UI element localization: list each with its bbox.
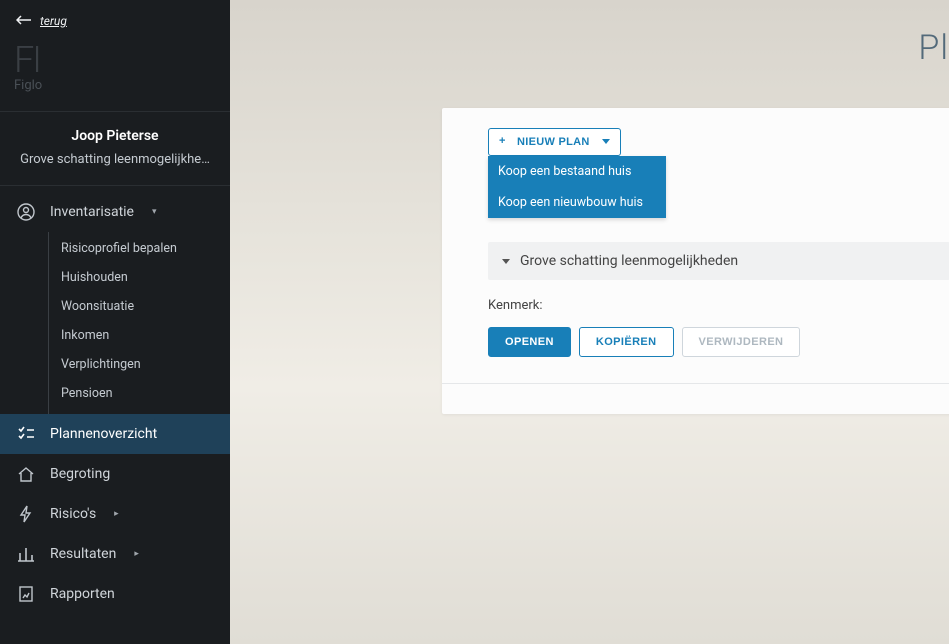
- inventarisatie-submenu: Risicoprofiel bepalen Huishouden Woonsit…: [48, 232, 230, 414]
- plan-actions: OPENEN KOPIËREN VERWIJDEREN: [488, 327, 949, 357]
- sidebar-item-label: Rapporten: [50, 586, 115, 602]
- new-plan-button[interactable]: + NIEUW PLAN: [488, 128, 621, 156]
- sidebar-subitem-pensioen[interactable]: Pensioen: [49, 379, 230, 408]
- client-project: Grove schatting leenmogelijkhe…: [14, 152, 216, 167]
- collapse-icon: [502, 259, 510, 264]
- new-plan-label: NIEUW PLAN: [517, 136, 590, 148]
- sidebar-item-begroting[interactable]: Begroting: [0, 454, 230, 494]
- sidebar-item-risicos[interactable]: Risico's ▸: [0, 494, 230, 534]
- sidebar-item-plannenoverzicht[interactable]: Plannenoverzicht: [0, 414, 230, 454]
- dropdown-item-nieuwbouw[interactable]: Koop een nieuwbouw huis: [488, 187, 666, 218]
- sidebar-item-label: Plannenoverzicht: [50, 426, 157, 442]
- dropdown-item-bestaand[interactable]: Koop een bestaand huis: [488, 156, 666, 187]
- plan-row[interactable]: Grove schatting leenmogelijkheden: [488, 242, 949, 280]
- sidebar-item-label: Risico's: [50, 506, 96, 522]
- panel-divider: [442, 383, 949, 384]
- bolt-icon: [16, 504, 36, 524]
- person-circle-icon: [16, 202, 36, 222]
- logo-mark: FI: [14, 42, 216, 78]
- back-label: terug: [40, 14, 67, 28]
- bar-chart-icon: [16, 544, 36, 564]
- sidebar-item-label: Inventarisatie: [50, 204, 134, 220]
- sidebar: terug FI Figlo Joop Pieterse Grove schat…: [0, 0, 230, 644]
- caret-down-icon: [602, 139, 610, 144]
- checklist-icon: [16, 424, 36, 444]
- sidebar-item-resultaten[interactable]: Resultaten ▸: [0, 534, 230, 574]
- sidebar-subitem-inkomen[interactable]: Inkomen: [49, 321, 230, 350]
- main-content: Pl + NIEUW PLAN Koop een bestaand huis K…: [230, 0, 949, 644]
- kenmerk-label: Kenmerk:: [488, 298, 949, 313]
- sidebar-item-rapporten[interactable]: Rapporten: [0, 574, 230, 614]
- main-nav: Inventarisatie ▾ Risicoprofiel bepalen H…: [0, 186, 230, 614]
- new-plan-wrapper: + NIEUW PLAN Koop een bestaand huis Koop…: [488, 128, 621, 156]
- logo-sub: Figlo: [14, 78, 216, 93]
- sidebar-item-label: Resultaten: [50, 546, 116, 562]
- arrow-left-icon: [16, 14, 32, 28]
- plan-details: Kenmerk: OPENEN KOPIËREN VERWIJDEREN: [488, 280, 949, 357]
- sidebar-item-label: Begroting: [50, 466, 110, 482]
- delete-button[interactable]: VERWIJDEREN: [682, 327, 801, 357]
- plans-panel: + NIEUW PLAN Koop een bestaand huis Koop…: [442, 108, 949, 414]
- page-title: Pl: [918, 28, 949, 68]
- sidebar-subitem-woonsituatie[interactable]: Woonsituatie: [49, 292, 230, 321]
- chevron-down-icon: ▾: [152, 207, 157, 217]
- client-name: Joop Pieterse: [14, 128, 216, 144]
- plan-title: Grove schatting leenmogelijkheden: [520, 253, 738, 269]
- sidebar-item-inventarisatie[interactable]: Inventarisatie ▾: [0, 192, 230, 232]
- open-button[interactable]: OPENEN: [488, 327, 571, 357]
- logo-block: FI Figlo: [0, 42, 230, 111]
- plus-icon: +: [499, 135, 506, 147]
- copy-button[interactable]: KOPIËREN: [579, 327, 674, 357]
- report-icon: [16, 584, 36, 604]
- back-link[interactable]: terug: [0, 0, 230, 42]
- client-block: Joop Pieterse Grove schatting leenmogeli…: [0, 112, 230, 185]
- sidebar-subitem-huishouden[interactable]: Huishouden: [49, 263, 230, 292]
- chevron-right-icon: ▸: [114, 509, 119, 519]
- new-plan-dropdown: Koop een bestaand huis Koop een nieuwbou…: [488, 156, 666, 218]
- house-icon: [16, 464, 36, 484]
- sidebar-subitem-verplichtingen[interactable]: Verplichtingen: [49, 350, 230, 379]
- sidebar-subitem-risicoprofiel[interactable]: Risicoprofiel bepalen: [49, 234, 230, 263]
- chevron-right-icon: ▸: [134, 549, 139, 559]
